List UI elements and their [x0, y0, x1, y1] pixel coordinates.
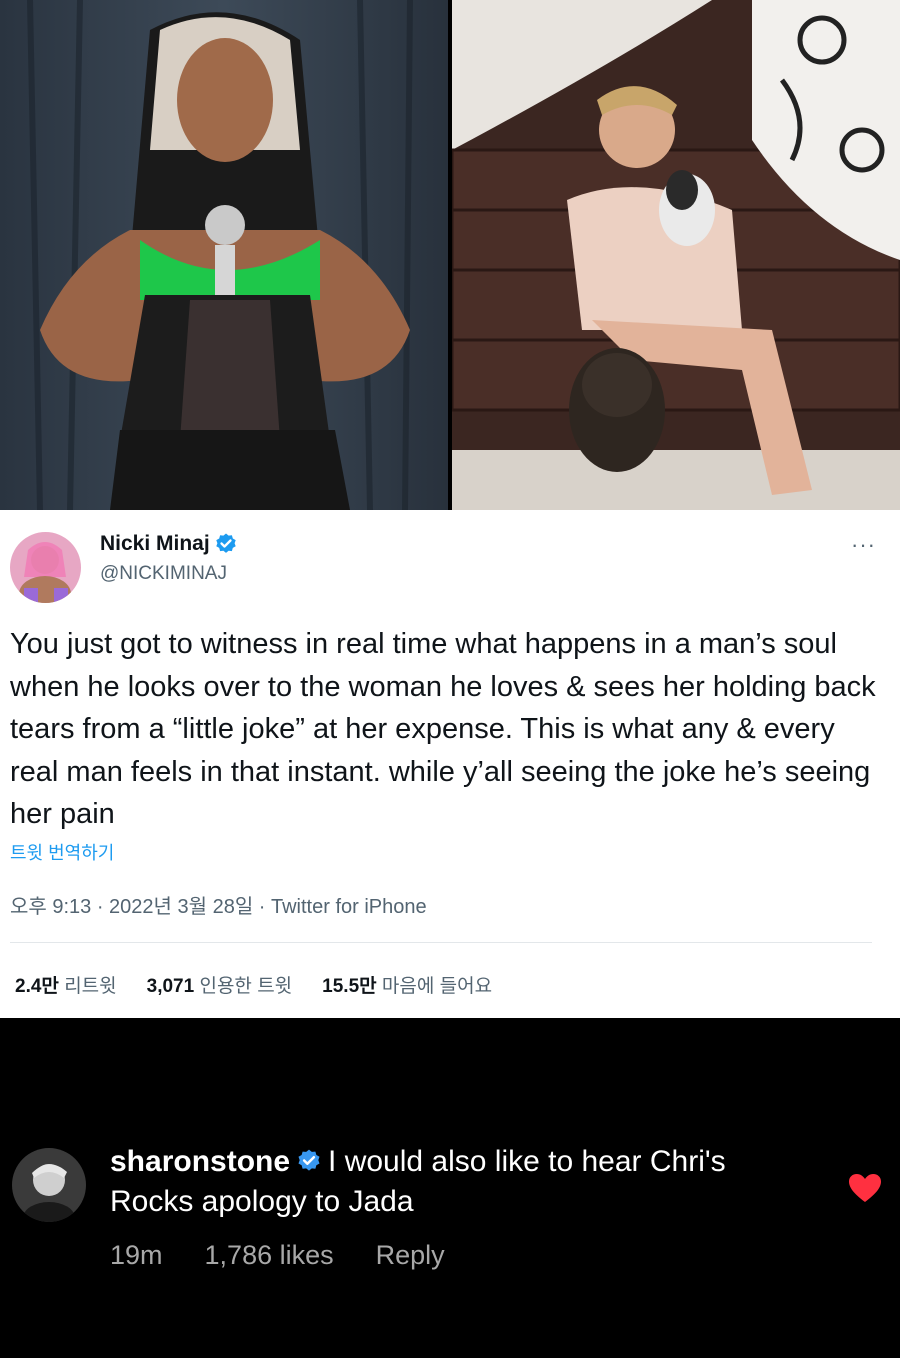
stat-label: 마음에 들어요: [381, 976, 493, 997]
divider: [10, 942, 872, 943]
author-name[interactable]: Nicki Minaj: [100, 532, 210, 556]
photo-woman-green-corset: [0, 0, 448, 510]
stat-label: 리트윗: [64, 976, 117, 997]
translate-tweet-link[interactable]: 트윗 번역하기: [10, 839, 114, 865]
photo-strip: [0, 0, 900, 510]
like-count[interactable]: 15.5만 마음에 들어요: [322, 971, 492, 998]
tweet-timestamp: 오후 9:13 · 2022년 3월 28일 · Twitter for iPh…: [10, 896, 427, 918]
comment-likes[interactable]: 1,786 likes: [205, 1240, 334, 1271]
reply-button[interactable]: Reply: [376, 1240, 445, 1271]
tweet-stats: 2.4만 리트윗 3,071 인용한 트윗 15.5만 마음에 들어요: [15, 971, 522, 998]
tweet-text: You just got to witness in real time wha…: [10, 628, 876, 830]
stat-label: 인용한 트윗: [199, 976, 293, 997]
author-handle[interactable]: @NICKIMINAJ: [100, 563, 227, 585]
instagram-comment: sharonstone I would also like to hear Ch…: [0, 1018, 900, 1358]
more-options-icon[interactable]: ···: [851, 532, 876, 558]
verified-badge-icon: [298, 1149, 320, 1171]
comment-actions: 19m 1,786 likes Reply: [110, 1240, 487, 1271]
verified-badge-icon: [216, 533, 236, 553]
avatar[interactable]: [12, 1148, 86, 1222]
author-name-row: Nicki Minaj: [100, 532, 238, 556]
stat-value: 2.4만: [15, 976, 59, 997]
comment-time: 19m: [110, 1240, 163, 1270]
heart-icon[interactable]: [848, 1173, 882, 1203]
tweet-card: Nicki Minaj @NICKIMINAJ ··· You just got…: [0, 510, 900, 1018]
avatar[interactable]: [10, 532, 81, 603]
stat-value: 15.5만: [322, 976, 377, 997]
photo-woman-with-dogs: [452, 0, 900, 510]
stat-value: 3,071: [146, 976, 195, 997]
quote-tweet-count[interactable]: 3,071 인용한 트윗: [147, 971, 293, 998]
retweet-count[interactable]: 2.4만 리트윗: [15, 971, 117, 998]
comment-username[interactable]: sharonstone: [110, 1145, 290, 1178]
comment-text-block: sharonstone I would also like to hear Ch…: [110, 1142, 810, 1222]
